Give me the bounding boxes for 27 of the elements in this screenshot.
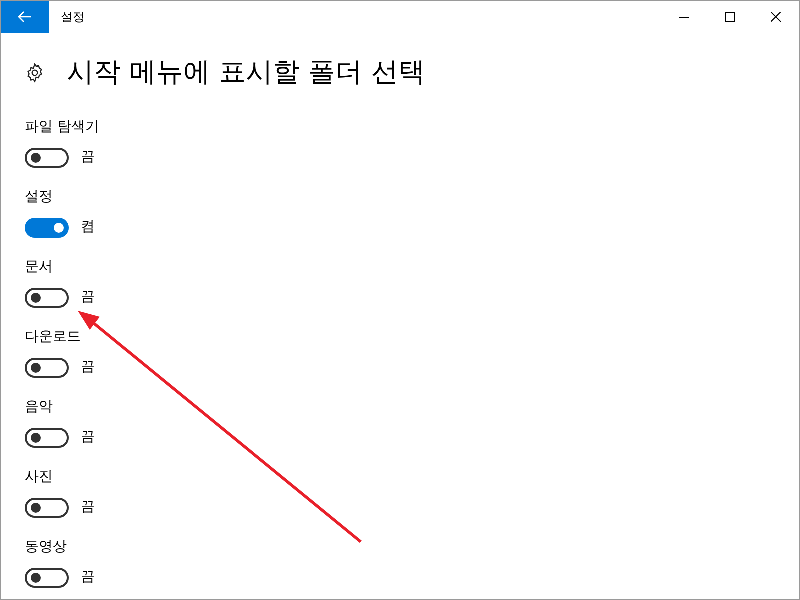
folder-label: 파일 탐색기 xyxy=(25,118,100,137)
toggle-state: 끔 xyxy=(81,498,95,517)
folder-label: 음악 xyxy=(25,398,53,417)
folder-label: 설정 xyxy=(25,188,53,207)
toggle-switch[interactable] xyxy=(25,218,69,238)
toggle-state: 끔 xyxy=(81,568,95,587)
back-arrow-icon xyxy=(18,11,32,23)
settings-icon xyxy=(25,63,45,83)
toggle-switch[interactable] xyxy=(25,358,69,378)
toggle-state: 켬 xyxy=(81,218,95,237)
folder-label: 사진 xyxy=(25,468,53,487)
toggle-state: 끔 xyxy=(81,358,95,377)
close-icon xyxy=(771,12,781,22)
toggle-switch[interactable] xyxy=(25,288,69,308)
toggle-switch[interactable] xyxy=(25,148,69,168)
folder-label: 다운로드 xyxy=(25,328,81,347)
maximize-icon xyxy=(725,12,735,22)
window-title: 설정 xyxy=(61,9,85,25)
toggle-state: 끔 xyxy=(81,148,95,167)
toggle-switch[interactable] xyxy=(25,428,69,448)
toggle-switch[interactable] xyxy=(25,498,69,518)
toggle-switch[interactable] xyxy=(25,568,69,588)
toggle-state: 끔 xyxy=(81,428,95,447)
page-title: 시작 메뉴에 표시할 폴더 선택 xyxy=(67,56,426,90)
folder-label: 문서 xyxy=(25,258,53,277)
toggle-state: 끔 xyxy=(81,288,95,307)
folder-label: 동영상 xyxy=(25,538,67,557)
